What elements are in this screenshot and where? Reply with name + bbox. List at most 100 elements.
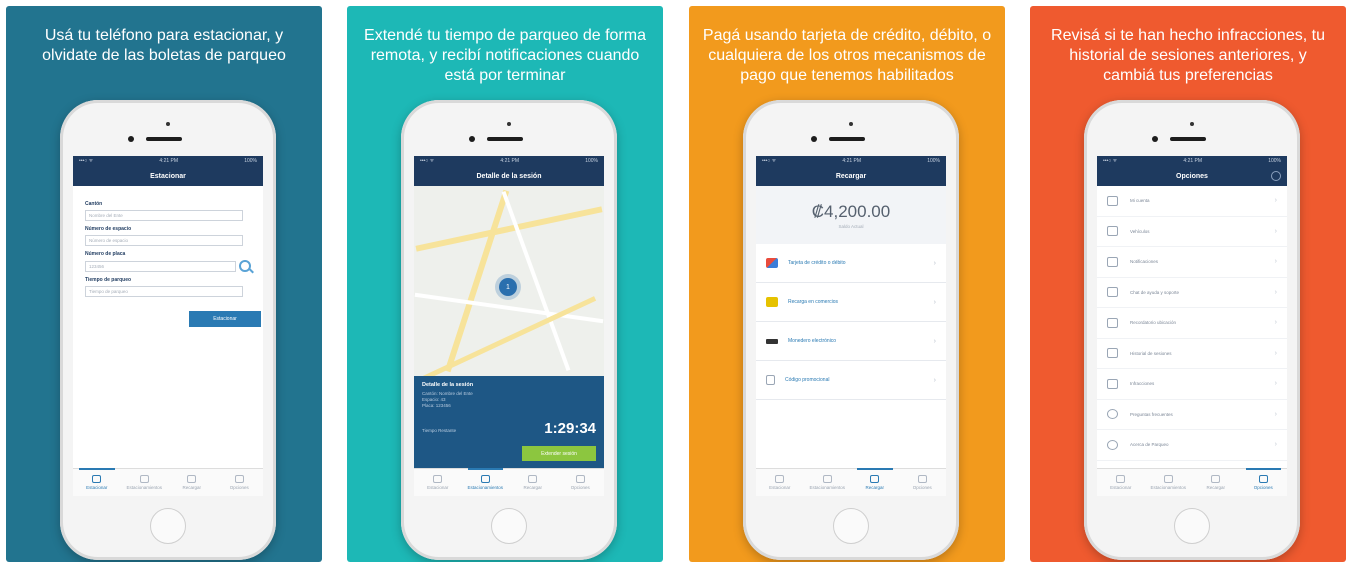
canton-input[interactable]: Nombre del Ente: [85, 210, 243, 221]
tab-label: Estacionar: [769, 485, 791, 490]
menu-item-label: Infracciones: [1130, 381, 1155, 387]
tab-estacionamientos[interactable]: Estacionamientos: [804, 469, 852, 496]
menu-item-label: Notificaciones: [1130, 259, 1159, 265]
home-button[interactable]: [491, 508, 527, 544]
payment-method-card[interactable]: Tarjeta de crédito o débito ›: [756, 244, 946, 283]
wallet-icon: [870, 475, 880, 483]
folder-icon: [1107, 348, 1118, 359]
home-button[interactable]: [833, 508, 869, 544]
tab-label: Estacionar: [86, 485, 108, 490]
details-title: Detalle de la sesión: [422, 382, 474, 388]
tab-estacionar[interactable]: Estacionar: [73, 468, 121, 496]
status-time: 4:21 PM: [500, 158, 520, 164]
menu-item-faq[interactable]: Preguntas frecuentes ›: [1097, 400, 1287, 430]
menu-item-about[interactable]: Acerca de Parqueo ›: [1097, 430, 1287, 461]
camera-icon: [166, 122, 170, 126]
tab-estacionamientos[interactable]: Estacionamientos: [462, 468, 510, 496]
menu-item-session-history[interactable]: Historial de sesiones ›: [1097, 339, 1287, 369]
menu-item-label: Acerca de Parqueo: [1130, 442, 1169, 448]
tab-recargar[interactable]: Recargar: [851, 468, 899, 496]
status-bar: •••○ ᯤ 4:21 PM 100%: [414, 156, 604, 166]
info-icon: [1107, 439, 1118, 450]
tab-label: Estacionar: [1110, 485, 1132, 490]
status-time: 4:21 PM: [159, 158, 179, 164]
speaker-icon: [829, 137, 865, 141]
chevron-right-icon: ›: [933, 376, 936, 384]
menu-item-support-chat[interactable]: Chat de ayuda y soporte ›: [1097, 278, 1287, 308]
parking-icon: [139, 475, 149, 483]
e-wallet-icon: [766, 338, 778, 344]
panel-recargar: Pagá usando tarjeta de crédito, débito, …: [689, 6, 1005, 562]
tab-bar: Estacionar Estacionamientos Recargar Opc…: [414, 468, 604, 496]
tab-label: Estacionar: [427, 485, 449, 490]
parking-time-input[interactable]: Tiempo de parqueo: [85, 286, 243, 297]
menu-item-account[interactable]: Mi cuenta ›: [1097, 186, 1287, 217]
tab-label: Estacionamientos: [1150, 485, 1187, 490]
nav-bar: Detalle de la sesión: [414, 166, 604, 186]
credit-card-icon: [766, 258, 778, 268]
menu-item-label: Vehículos: [1130, 228, 1150, 234]
ticket-icon: [1107, 378, 1118, 389]
status-time: 4:21 PM: [842, 158, 862, 164]
home-button[interactable]: [1174, 508, 1210, 544]
signal-indicator: •••○ ᯤ: [762, 158, 777, 164]
help-icon[interactable]: [1271, 171, 1281, 181]
tab-estacionamientos[interactable]: Estacionamientos: [121, 469, 169, 496]
tab-label: Opciones: [570, 485, 590, 490]
panel-caption: Usá tu teléfono para estacionar, y olvid…: [42, 27, 286, 64]
payment-method-label: Recarga en comercios: [788, 299, 839, 305]
tab-opciones[interactable]: Opciones: [216, 469, 264, 496]
panel-opciones: Revisá si te han hecho infracciones, tu …: [1030, 6, 1346, 562]
chevron-right-icon: ›: [1274, 319, 1277, 327]
park-button[interactable]: Estacionar: [189, 311, 261, 327]
menu-item-vehicles[interactable]: Vehículos ›: [1097, 217, 1287, 247]
payment-method-wallet[interactable]: Monedero electrónico ›: [756, 322, 946, 361]
home-button[interactable]: [150, 508, 186, 544]
payment-method-store[interactable]: Recarga en comercios ›: [756, 283, 946, 322]
menu-item-location-reminder[interactable]: Recordatorio ubicación ›: [1097, 308, 1287, 339]
tab-estacionar[interactable]: Estacionar: [1097, 469, 1145, 496]
tab-recargar[interactable]: Recargar: [509, 469, 557, 496]
promo-code-icon: [766, 375, 775, 385]
store-icon: [766, 297, 778, 307]
tab-estacionar[interactable]: Estacionar: [756, 469, 804, 496]
car-icon: [92, 475, 102, 483]
tab-label: Estacionamientos: [467, 485, 504, 490]
menu-item-label: Historial de sesiones: [1130, 350, 1172, 356]
chevron-right-icon: ›: [1274, 441, 1277, 449]
tab-recargar[interactable]: Recargar: [1192, 469, 1240, 496]
payment-method-promo[interactable]: Código promocional ›: [756, 361, 946, 400]
sensor-icon: [811, 136, 817, 142]
status-bar: •••○ ᯤ 4:21 PM 100%: [1097, 156, 1287, 166]
user-icon: [1107, 195, 1118, 206]
tab-opciones[interactable]: Opciones: [557, 469, 605, 496]
map-pin-icon[interactable]: 1: [499, 278, 517, 296]
tab-bar: Estacionar Estacionamientos Recargar Opc…: [73, 468, 263, 496]
menu-item-notifications[interactable]: Notificaciones ›: [1097, 247, 1287, 278]
menu-item-infractions[interactable]: Infracciones ›: [1097, 369, 1287, 400]
speaker-icon: [146, 137, 182, 141]
tab-estacionamientos[interactable]: Estacionamientos: [1145, 469, 1193, 496]
tab-opciones[interactable]: Opciones: [1240, 468, 1288, 496]
parking-icon: [1163, 475, 1173, 483]
tab-opciones[interactable]: Opciones: [899, 469, 947, 496]
speaker-icon: [487, 137, 523, 141]
bell-icon: [1107, 256, 1118, 267]
battery-indicator: 100%: [244, 158, 257, 164]
camera-icon: [849, 122, 853, 126]
tab-estacionar[interactable]: Estacionar: [414, 469, 462, 496]
map-view[interactable]: 1: [414, 186, 604, 376]
extend-session-button[interactable]: Extender sesión: [522, 446, 596, 461]
menu-icon: [575, 475, 585, 483]
tab-recargar[interactable]: Recargar: [168, 469, 216, 496]
panel-caption: Pagá usando tarjeta de crédito, débito, …: [702, 27, 992, 84]
tab-bar: Estacionar Estacionamientos Recargar Opc…: [756, 468, 946, 496]
space-number-input[interactable]: Número de espacio: [85, 235, 243, 246]
remaining-label: Tiempo Restante: [422, 428, 457, 433]
field-label-plate: Número de placa: [85, 251, 126, 257]
search-icon[interactable]: [239, 260, 251, 272]
plate-input[interactable]: 123456: [85, 260, 237, 272]
tab-label: Recargar: [865, 485, 884, 490]
menu-item-label: Recordatorio ubicación: [1130, 320, 1177, 326]
chat-icon: [1107, 287, 1118, 298]
